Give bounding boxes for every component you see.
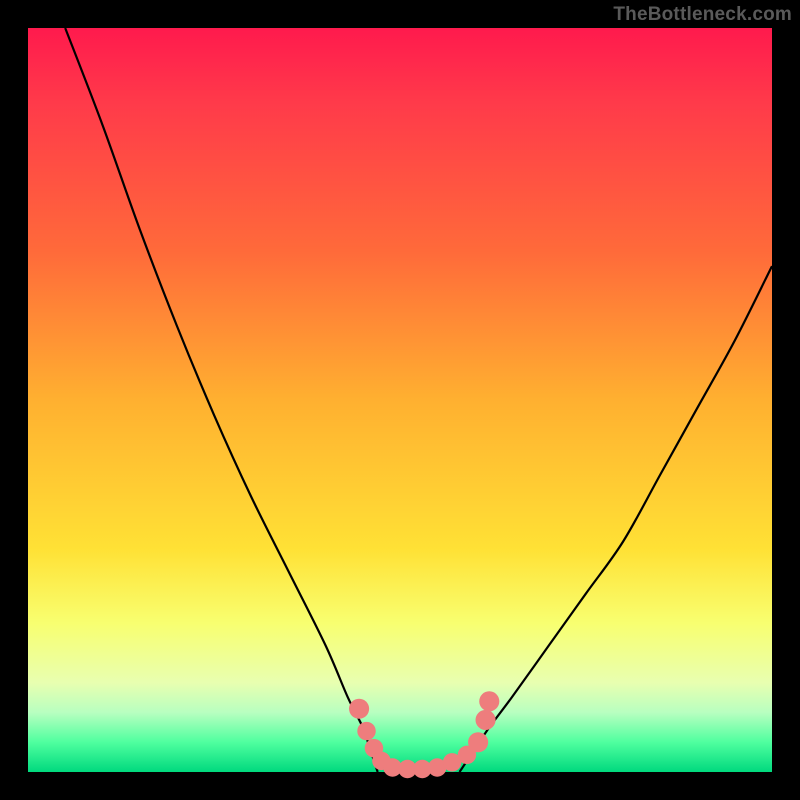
chart-frame: TheBottleneck.com [0, 0, 800, 800]
right-curve [460, 266, 772, 772]
chart-svg [28, 28, 772, 772]
watermark-text: TheBottleneck.com [613, 4, 792, 26]
curve-marker [357, 722, 375, 740]
curve-marker [479, 691, 499, 711]
curve-marker [468, 732, 488, 752]
marker-group [349, 691, 499, 778]
curve-marker [349, 699, 369, 719]
left-curve [65, 28, 377, 772]
plot-area [28, 28, 772, 772]
curve-marker [476, 710, 496, 730]
